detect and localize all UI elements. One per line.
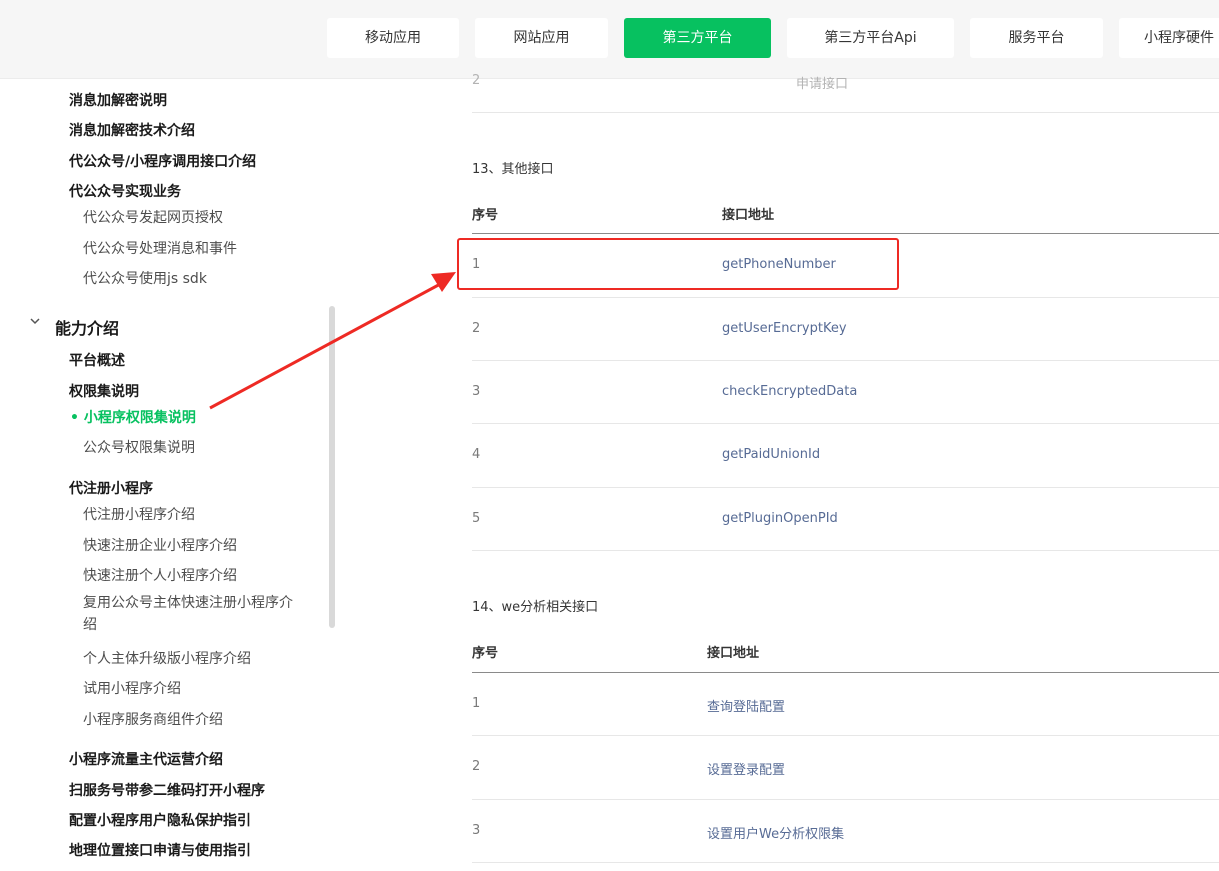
api-link-getpaidunionid[interactable]: getPaidUnionId [722, 447, 820, 462]
row-divider [472, 550, 1219, 551]
table-header-divider [472, 233, 1219, 234]
sidebar-item-register-intro[interactable]: 代注册小程序介绍 [83, 504, 195, 524]
row-number: 3 [472, 384, 481, 399]
column-header-number: 序号 [472, 646, 499, 661]
sidebar-section-capabilities[interactable]: 能力介绍 [55, 315, 119, 339]
sidebar-item-web-auth[interactable]: 代公众号发起网页授权 [83, 207, 223, 227]
row-number: 1 [472, 696, 481, 711]
prev-row-number: 2 [472, 73, 481, 88]
sidebar-navigation: 消息加解密说明 消息加解密技术介绍 代公众号/小程序调用接口介绍 代公众号实现业… [0, 79, 330, 871]
prev-row-link[interactable]: 申请接口 [796, 73, 848, 92]
chevron-down-icon[interactable] [28, 314, 42, 328]
sidebar-item-proxy-business[interactable]: 代公众号实现业务 [69, 181, 181, 201]
row-divider [472, 735, 1219, 736]
row-divider [472, 112, 1219, 113]
row-number: 2 [472, 321, 481, 336]
tab-third-party-api[interactable]: 第三方平台Api [787, 18, 954, 58]
sidebar-item-qrcode-open[interactable]: 扫服务号带参二维码打开小程序 [69, 780, 265, 800]
sidebar-item-official-account-permissions[interactable]: 公众号权限集说明 [83, 437, 195, 457]
sidebar-item-miniprogram-permissions[interactable]: • 小程序权限集说明 [70, 407, 196, 427]
sidebar-item-proxy-api[interactable]: 代公众号/小程序调用接口介绍 [69, 151, 256, 171]
table-header-divider [472, 672, 1219, 673]
tab-mobile-apps[interactable]: 移动应用 [327, 18, 459, 58]
sidebar-item-privacy-guide[interactable]: 配置小程序用户隐私保护指引 [69, 810, 251, 830]
sidebar-item-trial-miniprogram[interactable]: 试用小程序介绍 [83, 678, 181, 698]
main-content: 2 申请接口 13、其他接口 序号 接口地址 1 getPhoneNumber … [472, 73, 1219, 871]
row-number: 5 [472, 511, 481, 526]
api-link-set-we-analysis-permissions[interactable]: 设置用户We分析权限集 [707, 823, 844, 842]
top-navigation-bar: 移动应用 网站应用 第三方平台 第三方平台Api 服务平台 小程序硬件 [0, 0, 1219, 79]
api-link-query-login-config[interactable]: 查询登陆配置 [707, 696, 785, 715]
section-title-other-apis: 13、其他接口 [472, 162, 554, 177]
sidebar-item-reuse-official-account[interactable]: 复用公众号主体快速注册小程序介绍 [83, 592, 303, 636]
row-divider [472, 862, 1219, 863]
row-divider [472, 423, 1219, 424]
sidebar-item-fast-register-personal[interactable]: 快速注册个人小程序介绍 [83, 565, 237, 585]
column-header-number: 序号 [472, 208, 499, 223]
sidebar-item-traffic-operation[interactable]: 小程序流量主代运营介绍 [69, 749, 223, 769]
row-divider [472, 360, 1219, 361]
tab-website-apps[interactable]: 网站应用 [475, 18, 608, 58]
row-number: 2 [472, 759, 481, 774]
api-link-checkencrypteddata[interactable]: checkEncryptedData [722, 384, 857, 399]
api-link-set-login-config[interactable]: 设置登录配置 [707, 759, 785, 778]
sidebar-item-label: 小程序权限集说明 [83, 410, 196, 426]
sidebar-item-platform-overview[interactable]: 平台概述 [69, 350, 125, 370]
sidebar-item-permission-sets[interactable]: 权限集说明 [69, 381, 139, 401]
sidebar-item-location-guide[interactable]: 地理位置接口申请与使用指引 [69, 840, 251, 860]
sidebar-item-encryption-tech[interactable]: 消息加解密技术介绍 [69, 120, 195, 140]
api-link-getuserencryptkey[interactable]: getUserEncryptKey [722, 321, 847, 336]
tab-third-party-platform[interactable]: 第三方平台 [624, 18, 771, 58]
highlight-box [457, 238, 899, 290]
sidebar-item-provider-components[interactable]: 小程序服务商组件介绍 [83, 709, 223, 729]
api-link-getpluginopenpid[interactable]: getPluginOpenPId [722, 511, 838, 526]
section-title-we-analysis: 14、we分析相关接口 [472, 600, 599, 615]
row-number: 3 [472, 823, 481, 838]
tab-service-platform[interactable]: 服务平台 [970, 18, 1103, 58]
row-number: 4 [472, 447, 481, 462]
active-bullet-icon: • [70, 410, 79, 426]
sidebar-item-message-events[interactable]: 代公众号处理消息和事件 [83, 238, 237, 258]
column-header-address: 接口地址 [722, 208, 775, 223]
row-divider [472, 297, 1219, 298]
row-divider [472, 487, 1219, 488]
sidebar-item-register-miniprogram[interactable]: 代注册小程序 [69, 478, 153, 498]
tab-miniprogram-hardware[interactable]: 小程序硬件 [1119, 18, 1219, 58]
sidebar-item-jssdk[interactable]: 代公众号使用js sdk [83, 268, 207, 288]
sidebar-item-message-encryption[interactable]: 消息加解密说明 [69, 90, 167, 110]
sidebar-item-fast-register-enterprise[interactable]: 快速注册企业小程序介绍 [83, 535, 237, 555]
row-divider [472, 799, 1219, 800]
sidebar-scrollbar[interactable] [329, 306, 335, 628]
column-header-address: 接口地址 [707, 646, 760, 661]
sidebar-item-personal-upgrade[interactable]: 个人主体升级版小程序介绍 [83, 648, 251, 668]
